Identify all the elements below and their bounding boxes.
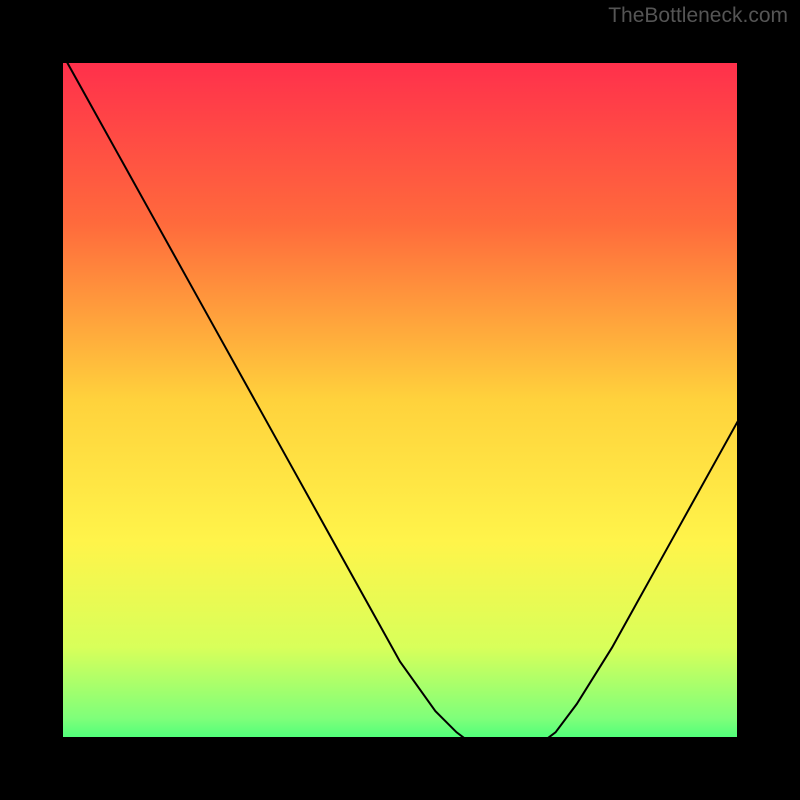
watermark: TheBottleneck.com [608,4,788,28]
plot-background [47,47,754,754]
bottleneck-chart [0,0,800,800]
chart-container: TheBottleneck.com [0,0,800,800]
